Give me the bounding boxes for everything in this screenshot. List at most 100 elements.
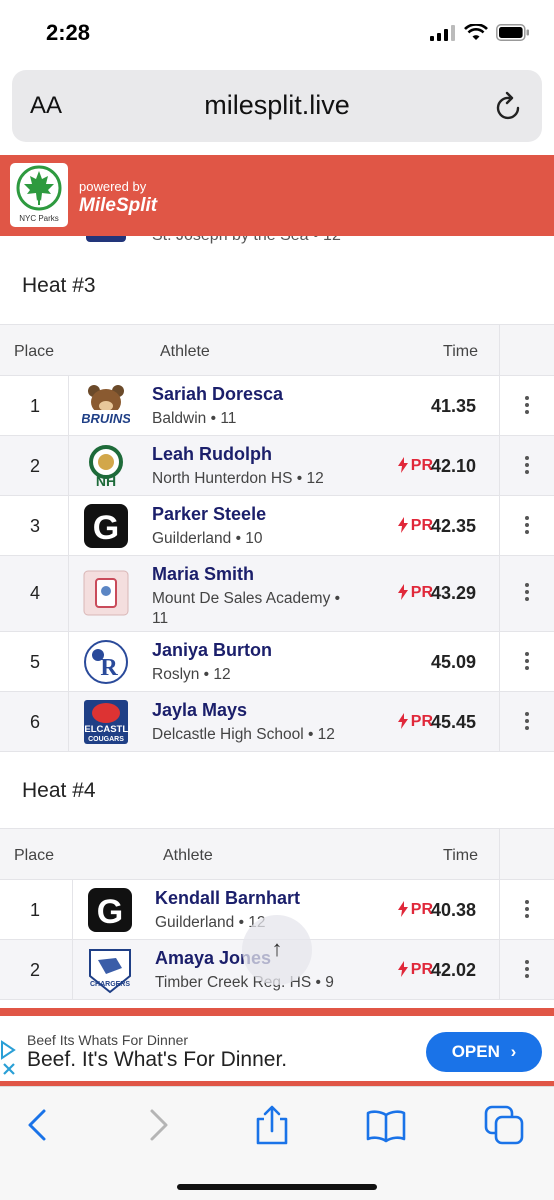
heat-title: Heat #3 <box>22 274 96 297</box>
ad-open-button[interactable]: OPEN › <box>426 1032 542 1072</box>
athlete-name[interactable]: Kendall Barnhart <box>155 888 300 909</box>
column-time[interactable]: Time <box>443 343 478 361</box>
ad-banner[interactable]: Beef Its Whats For Dinner Beef. It's Wha… <box>0 1008 554 1086</box>
more-options-icon[interactable] <box>522 960 532 981</box>
table-header: Place Athlete Time <box>0 829 554 880</box>
status-time: 2:28 <box>46 20 91 45</box>
ad-choices-icon[interactable] <box>0 1040 22 1080</box>
result-time: 40.38 <box>430 900 476 920</box>
share-icon[interactable] <box>252 1105 292 1145</box>
row-place: 2 <box>30 960 41 980</box>
north-hunterdon-logo: NH <box>89 445 123 489</box>
home-indicator <box>177 1184 377 1190</box>
nyc-parks-logo[interactable]: NYC Parks <box>10 163 68 227</box>
result-time: 45.45 <box>430 712 476 732</box>
row-place: 1 <box>30 396 41 416</box>
back-icon[interactable] <box>18 1105 58 1145</box>
scroll-to-top-button[interactable]: ↑ <box>242 915 312 985</box>
result-time: 42.02 <box>430 960 476 980</box>
wifi-icon <box>464 24 488 40</box>
signal-icon <box>430 24 455 41</box>
more-options-icon[interactable] <box>522 583 532 604</box>
tabs-icon[interactable] <box>484 1105 524 1145</box>
result-time: 43.29 <box>430 583 476 603</box>
more-options-icon[interactable] <box>522 396 532 417</box>
svg-text:G: G <box>97 893 123 931</box>
athlete-name[interactable]: Janiya Burton <box>152 640 272 661</box>
reload-icon[interactable] <box>494 90 524 122</box>
row-place: 2 <box>30 456 41 476</box>
previous-row-logo <box>86 236 126 242</box>
row-place: 6 <box>30 712 41 732</box>
more-options-icon[interactable] <box>522 516 532 537</box>
table-row[interactable]: 2 NH Leah Rudolph North Hunterdon HS • 1… <box>0 436 554 496</box>
pr-badge: PR <box>410 713 433 730</box>
column-time[interactable]: Time <box>443 847 478 865</box>
maple-leaf-icon <box>16 165 62 211</box>
delcastle-logo: DELCASTLE COUGARS <box>82 700 130 744</box>
bolt-icon <box>398 517 408 533</box>
pr-badge: PR <box>410 961 433 978</box>
svg-text:CHARGERS: CHARGERS <box>90 981 130 988</box>
bruins-logo: BRUINS <box>82 385 130 426</box>
pr-badge: PR <box>410 584 433 601</box>
more-options-icon[interactable] <box>522 456 532 477</box>
table-header: Place Athlete Time <box>0 325 554 376</box>
address-bar[interactable]: AA milesplit.live <box>12 70 542 142</box>
athlete-name[interactable]: Jayla Mays <box>152 700 247 721</box>
athlete-name[interactable]: Maria Smith <box>152 564 254 585</box>
powered-by-label: powered by <box>79 179 147 194</box>
milesplit-logo[interactable]: MileSplit <box>79 195 157 217</box>
guilderland-logo: G <box>84 504 128 548</box>
column-place[interactable]: Place <box>14 847 54 865</box>
browser-toolbar <box>0 1086 554 1200</box>
results-table: Place Athlete Time 1 BRUINS Sariah Dores… <box>0 324 554 752</box>
status-bar: 2:28 <box>0 0 554 64</box>
svg-text:G: G <box>93 509 119 547</box>
athlete-name[interactable]: Leah Rudolph <box>152 444 272 465</box>
nyc-parks-label: NYC Parks <box>19 214 59 223</box>
row-place: 5 <box>30 652 41 672</box>
svg-text:BRUINS: BRUINS <box>82 411 130 426</box>
result-time: 41.35 <box>430 396 476 416</box>
row-place: 4 <box>30 583 41 603</box>
bolt-icon <box>398 457 408 473</box>
url-text[interactable]: milesplit.live <box>12 90 542 121</box>
site-header: NYC Parks powered by MileSplit <box>0 155 554 236</box>
more-options-icon[interactable] <box>522 900 532 921</box>
column-place[interactable]: Place <box>14 343 54 361</box>
arrow-up-icon: ↑ <box>271 936 283 961</box>
athlete-name[interactable]: Sariah Doresca <box>152 384 283 405</box>
pr-badge: PR <box>410 457 433 474</box>
table-row[interactable]: 4 Maria Smith Mount De Sales Academy • 1… <box>0 556 554 632</box>
pr-badge: PR <box>410 901 433 918</box>
athlete-school: Guilderland • 10 <box>152 530 263 547</box>
result-time: 42.10 <box>430 456 476 476</box>
forward-icon[interactable] <box>138 1105 178 1145</box>
ad-open-label: OPEN <box>451 1042 500 1061</box>
table-row[interactable]: 6 DELCASTLE COUGARS Jayla Mays Delcastle… <box>0 692 554 752</box>
table-row[interactable]: 3 G Parker Steele Guilderland • 10 PR 42… <box>0 496 554 556</box>
column-athlete[interactable]: Athlete <box>160 343 210 361</box>
bookmarks-icon[interactable] <box>366 1105 406 1145</box>
bolt-icon <box>398 713 408 729</box>
athlete-name[interactable]: Parker Steele <box>152 504 266 525</box>
bolt-icon <box>398 961 408 977</box>
status-icons <box>430 24 530 41</box>
more-options-icon[interactable] <box>522 652 532 673</box>
athlete-school: Roslyn • 12 <box>152 666 231 683</box>
column-divider <box>499 829 500 879</box>
more-options-icon[interactable] <box>522 712 532 733</box>
table-row[interactable]: 1 BRUINS Sariah Doresca Baldwin • 11 41.… <box>0 376 554 436</box>
ad-headline[interactable]: Beef. It's What's For Dinner. <box>27 1048 287 1072</box>
athlete-school: Baldwin • 11 <box>152 410 237 427</box>
ad-sponsor: Beef Its Whats For Dinner <box>27 1032 189 1048</box>
results-content[interactable]: St. Joseph by the Sea • 12 Heat #3 Place… <box>0 236 554 1008</box>
previous-row-school: St. Joseph by the Sea • 12 <box>152 236 341 245</box>
result-time: 42.35 <box>430 516 476 536</box>
athlete-school: Timber Creek Reg. HS • 9 <box>155 974 334 991</box>
table-row[interactable]: 5 R Janiya Burton Roslyn • 12 45.09 <box>0 632 554 692</box>
column-athlete[interactable]: Athlete <box>163 847 213 865</box>
mount-de-sales-logo <box>83 570 129 616</box>
result-time: 45.09 <box>430 652 476 672</box>
